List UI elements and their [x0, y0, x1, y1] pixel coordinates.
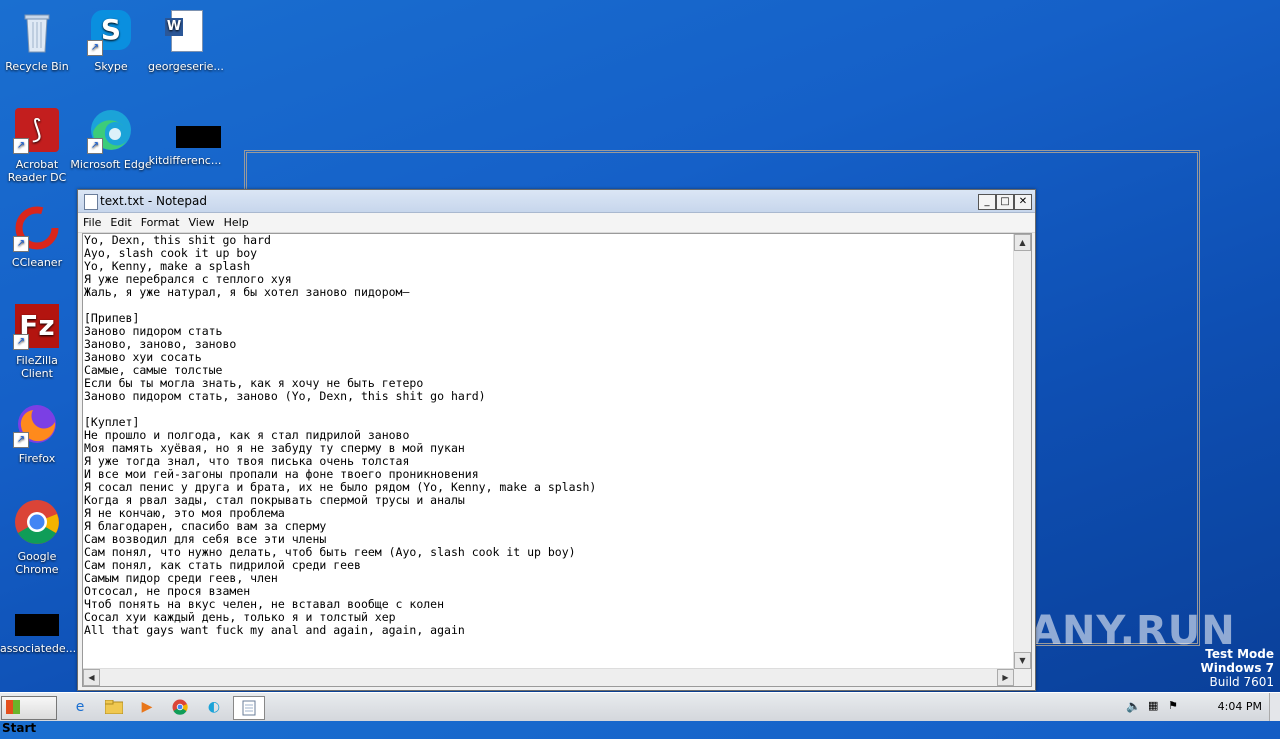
action-center-flag-icon[interactable]: ⚑: [1168, 699, 1178, 712]
taskbar-chrome-icon[interactable]: [167, 696, 193, 718]
maximize-button[interactable]: □: [996, 194, 1014, 210]
firefox-icon: ↗: [13, 400, 61, 448]
menu-help[interactable]: Help: [219, 213, 253, 229]
icon-label: Google Chrome: [15, 550, 59, 576]
icon-label: Acrobat Reader DC: [7, 158, 67, 184]
icon-label: Microsoft Edge: [70, 158, 152, 171]
clock[interactable]: 4:04 PM: [1218, 700, 1262, 713]
test-mode-line3: Build 7601: [1209, 675, 1274, 689]
notepad-icon: [84, 194, 98, 210]
scroll-right-icon[interactable]: ▶: [997, 669, 1014, 686]
test-mode-notice: Test Mode Windows 7 Build 7601: [1201, 647, 1274, 689]
start-label: Start: [2, 721, 37, 735]
desktop-icon-chrome[interactable]: Google Chrome: [0, 498, 74, 576]
icon-label: georgeserie...: [148, 60, 224, 73]
desktop-icon-edge[interactable]: ↗ Microsoft Edge: [68, 106, 154, 171]
desktop-icon-filezilla[interactable]: Fz ↗ FileZilla Client: [0, 302, 74, 380]
desktop-icon-kitdifference[interactable]: kitdifferenc...: [148, 120, 222, 167]
desktop-icon-ccleaner[interactable]: ↗ CCleaner: [0, 204, 74, 269]
black-file-icon: [161, 120, 221, 150]
taskbar: Start e ▶ ◐ 🔈 ▦ ⚑ 4:04 PM: [0, 692, 1280, 735]
taskbar-ie-icon[interactable]: e: [67, 696, 93, 718]
recycle-bin-icon: [13, 8, 61, 56]
icon-label: CCleaner: [11, 256, 63, 269]
desktop: Recycle Bin ⟆ ↗ Acrobat Reader DC ↗ CCle…: [0, 0, 1280, 692]
close-button[interactable]: ✕: [1014, 194, 1032, 210]
notepad-titlebar[interactable]: text.txt - Notepad _ □ ✕: [78, 190, 1035, 213]
show-desktop-button[interactable]: [1269, 693, 1280, 721]
start-button[interactable]: Start: [1, 696, 57, 735]
resize-grip-icon[interactable]: [1014, 669, 1031, 686]
volume-icon[interactable]: 🔈: [1126, 699, 1141, 713]
icon-label: Recycle Bin: [5, 60, 69, 73]
acrobat-icon: ⟆ ↗: [13, 106, 61, 154]
shortcut-arrow-icon: ↗: [13, 138, 29, 154]
icon-label: FileZilla Client: [16, 354, 58, 380]
shortcut-arrow-icon: ↗: [13, 334, 29, 350]
black-file-icon: [13, 612, 61, 638]
shortcut-arrow-icon: ↗: [13, 236, 29, 252]
word-document-icon: W: [161, 8, 209, 56]
icon-label: Skype: [94, 60, 128, 73]
icon-label: kitdifferenc...: [148, 154, 222, 167]
icon-label: associatede...: [0, 642, 77, 655]
editor-content[interactable]: Yo, Dexn, this shit go hard Ayo, slash c…: [84, 234, 1013, 668]
edge-icon: ↗: [87, 106, 135, 154]
desktop-icon-skype[interactable]: S ↗ Skype: [74, 8, 148, 73]
skype-icon: S ↗: [87, 8, 135, 56]
taskbar-edge-icon[interactable]: ◐: [201, 696, 227, 718]
window-title: text.txt - Notepad: [100, 194, 207, 208]
scroll-down-icon[interactable]: ▼: [1014, 652, 1031, 669]
ccleaner-icon: ↗: [13, 204, 61, 252]
desktop-icon-word-document[interactable]: W georgeserie...: [148, 8, 224, 73]
chrome-icon: [13, 498, 61, 546]
notepad-window[interactable]: text.txt - Notepad _ □ ✕ File Edit Format V…: [77, 189, 1036, 691]
desktop-icon-associated[interactable]: associatede...: [0, 612, 77, 655]
shortcut-arrow-icon: ↗: [87, 40, 103, 56]
desktop-icon-firefox[interactable]: ↗ Firefox: [0, 400, 74, 465]
menu-file[interactable]: File: [78, 213, 105, 229]
filezilla-icon: Fz ↗: [13, 302, 61, 350]
shortcut-arrow-icon: ↗: [87, 138, 103, 154]
vertical-scrollbar[interactable]: ▲ ▼: [1013, 234, 1031, 669]
text-editor[interactable]: Yo, Dexn, this shit go hard Ayo, slash c…: [82, 233, 1032, 687]
taskbar-media-player-icon[interactable]: ▶: [134, 696, 160, 718]
test-mode-line2: Windows 7: [1200, 661, 1274, 675]
icon-label: Firefox: [18, 452, 56, 465]
scroll-left-icon[interactable]: ◀: [83, 669, 100, 686]
system-tray: 🔈 ▦ ⚑ 4:04 PM: [1120, 693, 1280, 721]
scroll-up-icon[interactable]: ▲: [1014, 234, 1031, 251]
network-icon[interactable]: ▦: [1148, 699, 1158, 712]
menu-view[interactable]: View: [184, 213, 219, 229]
taskbar-explorer-icon[interactable]: [101, 696, 127, 718]
menu-format[interactable]: Format: [136, 213, 184, 229]
horizontal-scrollbar[interactable]: ◀ ▶: [83, 668, 1014, 686]
shortcut-arrow-icon: ↗: [13, 432, 29, 448]
desktop-icon-acrobat[interactable]: ⟆ ↗ Acrobat Reader DC: [0, 106, 74, 184]
minimize-button[interactable]: _: [978, 194, 996, 210]
menu-bar: File Edit Format View Help: [78, 213, 1035, 233]
test-mode-line1: Test Mode: [1205, 647, 1274, 661]
taskbar-notepad-icon[interactable]: [233, 696, 265, 720]
desktop-icon-recycle-bin[interactable]: Recycle Bin: [0, 8, 74, 73]
menu-edit[interactable]: Edit: [105, 213, 135, 229]
windows-flag-icon: [6, 700, 20, 714]
